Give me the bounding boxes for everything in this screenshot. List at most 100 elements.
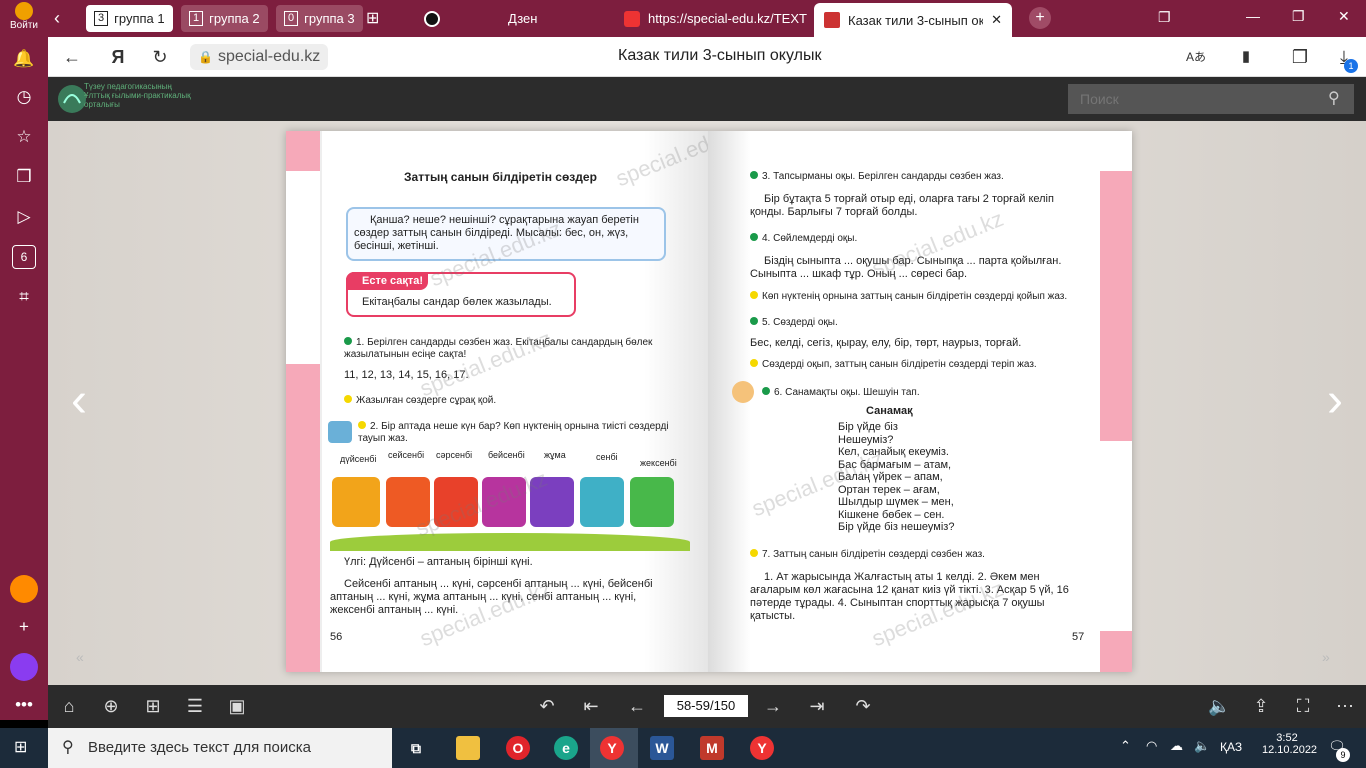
tab-strip: Войти ‹ 3 группа 1 1 группа 2 0 группа 3 ⊞ … (0, 0, 1366, 37)
tab-group-3[interactable]: 0 группа 3 (276, 5, 363, 32)
prev-page-icon[interactable]: ← (626, 695, 648, 717)
alice-icon[interactable] (10, 653, 38, 681)
yandex-icon[interactable]: Y (750, 736, 774, 760)
windows-start-icon[interactable]: ⊞ (14, 739, 32, 757)
notification-badge: 9 (1336, 748, 1350, 762)
more-options-icon[interactable]: ⋯ (1334, 695, 1356, 717)
example-text: Үлгі: Дүйсенбі – аптаның бірінші күні. (344, 556, 533, 568)
file-explorer-icon[interactable] (456, 736, 480, 760)
prev-page-arrow-icon[interactable]: ‹ (64, 371, 94, 431)
logo-line: Ұлттық ғылыми-практикалық (84, 91, 191, 100)
tab-special-edu[interactable]: https://special-edu.kz/TEXT (614, 0, 810, 37)
app-6-icon[interactable]: 6 (12, 245, 36, 269)
minimize-icon[interactable]: — (1246, 8, 1260, 24)
task-4b: Көп нүктенің орнына заттың санын білдіре… (750, 291, 1067, 303)
green-bullet-icon (750, 233, 758, 241)
home-icon[interactable]: ⌂ (58, 695, 80, 717)
star-icon[interactable]: ☆ (12, 125, 36, 149)
group-label: группа 2 (209, 11, 260, 26)
language-indicator[interactable]: ҚАЗ (1220, 740, 1242, 754)
task-view-icon[interactable]: ⧉ (404, 736, 428, 760)
cloud-icon[interactable]: ☁ (1170, 738, 1183, 754)
page-number: 56 (330, 631, 343, 643)
translate-icon[interactable]: Aあ (1184, 45, 1208, 69)
network-icon[interactable]: ◠ (1146, 738, 1157, 754)
chevron-left-icon[interactable]: ‹ (54, 8, 60, 29)
restore-icon[interactable]: ❐ (1292, 8, 1305, 25)
logo-line: орталығы (84, 100, 120, 109)
task-text: 7. Заттың санын білдіретін сөздерді сөзб… (762, 549, 985, 560)
app-m-icon[interactable]: M (700, 736, 724, 760)
green-bullet-icon (750, 317, 758, 325)
date: 12.10.2022 (1262, 744, 1318, 756)
group-count: 0 (284, 11, 299, 26)
reload-icon[interactable]: ↻ (148, 45, 172, 69)
pink-band (1100, 631, 1132, 672)
first-page-icon[interactable]: ⇤ (580, 695, 602, 717)
yellow-bullet-icon (750, 549, 758, 557)
reading-list-icon[interactable]: ❐ (1288, 45, 1312, 69)
word-icon[interactable]: W (650, 736, 674, 760)
yellow-bullet-icon (750, 291, 758, 299)
next-page-icon[interactable]: → (762, 695, 784, 717)
sound-icon[interactable]: 🔈 (1208, 695, 1230, 717)
margin-line (320, 131, 322, 672)
train-car-teal (580, 477, 624, 527)
url-field[interactable]: 🔒 special-edu.kz (190, 44, 329, 70)
undo-icon[interactable]: ↶ (536, 695, 558, 717)
page-number: 57 (1072, 631, 1085, 643)
fullscreen-icon[interactable]: ⛶ (1292, 695, 1314, 717)
tray-chevron-icon[interactable]: ⌃ (1120, 738, 1131, 754)
edge-icon[interactable]: e (554, 736, 578, 760)
taskbar-search[interactable]: ⚲ Введите здесь текст для поиска (48, 728, 392, 768)
logo-line: Түзеу педагогикасының (84, 82, 172, 91)
search-icon[interactable]: ⚲ (1328, 88, 1348, 108)
tab-dzen[interactable]: Дзен (414, 0, 610, 37)
close-window-icon[interactable]: ✕ (1338, 8, 1350, 25)
volume-icon[interactable]: 🔈 (1194, 738, 1210, 754)
collections-icon[interactable]: ❒ (12, 165, 36, 189)
share-icon[interactable]: ⇪ (1250, 695, 1272, 717)
task-text: 6. Санамақты оқы. Шешуін тап. (774, 387, 920, 398)
redo-icon[interactable]: ↷ (852, 695, 874, 717)
dzen-icon (424, 10, 440, 27)
tabs-icon[interactable]: ❐ (1158, 9, 1171, 26)
thumbnails-icon[interactable]: ⊞ (142, 695, 164, 717)
double-chevron-right-icon: » (1322, 649, 1330, 665)
train-car-orange (332, 477, 380, 527)
page-indicator[interactable]: 58-59/150 (664, 695, 748, 717)
task-text: 3. Тапсырманы оқы. Берілген сандарды сөз… (762, 171, 1004, 182)
history-icon[interactable]: ◷ (12, 85, 36, 109)
yandex-logo-icon[interactable]: Я (106, 45, 130, 69)
last-page-icon[interactable]: ⇥ (806, 695, 828, 717)
camera-icon[interactable]: ⌗ (12, 285, 36, 309)
back-icon[interactable]: ← (60, 45, 84, 69)
tab-group-1[interactable]: 3 группа 1 (86, 5, 173, 32)
task-3-text: Бір бұтақта 5 торғай отыр еді, оларға та… (750, 193, 1054, 218)
clock[interactable]: 3:52 12.10.2022 (1262, 732, 1318, 756)
single-page-icon[interactable]: ▣ (226, 695, 248, 717)
site-search-input[interactable] (1068, 84, 1354, 114)
close-icon[interactable]: ✕ (991, 12, 1002, 28)
new-tab-button[interactable]: + (1029, 7, 1051, 29)
yandex-browser-icon[interactable]: Y (600, 736, 624, 760)
task-text: 5. Сөздерді оқы. (762, 317, 838, 328)
play-icon[interactable]: ▷ (12, 205, 36, 229)
task-5-text: Бес, келді, сегіз, қырау, елу, бір, төрт… (750, 337, 1022, 349)
login-button[interactable]: Войти (4, 2, 44, 35)
toc-icon[interactable]: ☰ (184, 695, 206, 717)
tab-kazak-tili[interactable]: Казак тили 3-сынып окулык ✕ (814, 3, 1012, 37)
tab-group-2[interactable]: 1 группа 2 (181, 5, 268, 32)
opera-icon[interactable]: O (506, 736, 530, 760)
task-5: 5. Сөздерді оқы. (750, 317, 838, 329)
url-text: special-edu.kz (218, 48, 321, 65)
bell-icon[interactable]: 🔔 (12, 47, 36, 71)
bookmark-icon[interactable]: ▮ (1234, 45, 1258, 69)
add-icon[interactable]: + (12, 615, 36, 639)
new-group-icon[interactable]: ⊞ (366, 8, 379, 28)
day-label: сенбі (596, 452, 618, 462)
next-page-arrow-icon[interactable]: › (1320, 371, 1350, 431)
more-icon[interactable]: ••• (12, 693, 36, 717)
mail-icon[interactable] (10, 575, 38, 603)
zoom-icon[interactable]: ⊕ (100, 695, 122, 717)
